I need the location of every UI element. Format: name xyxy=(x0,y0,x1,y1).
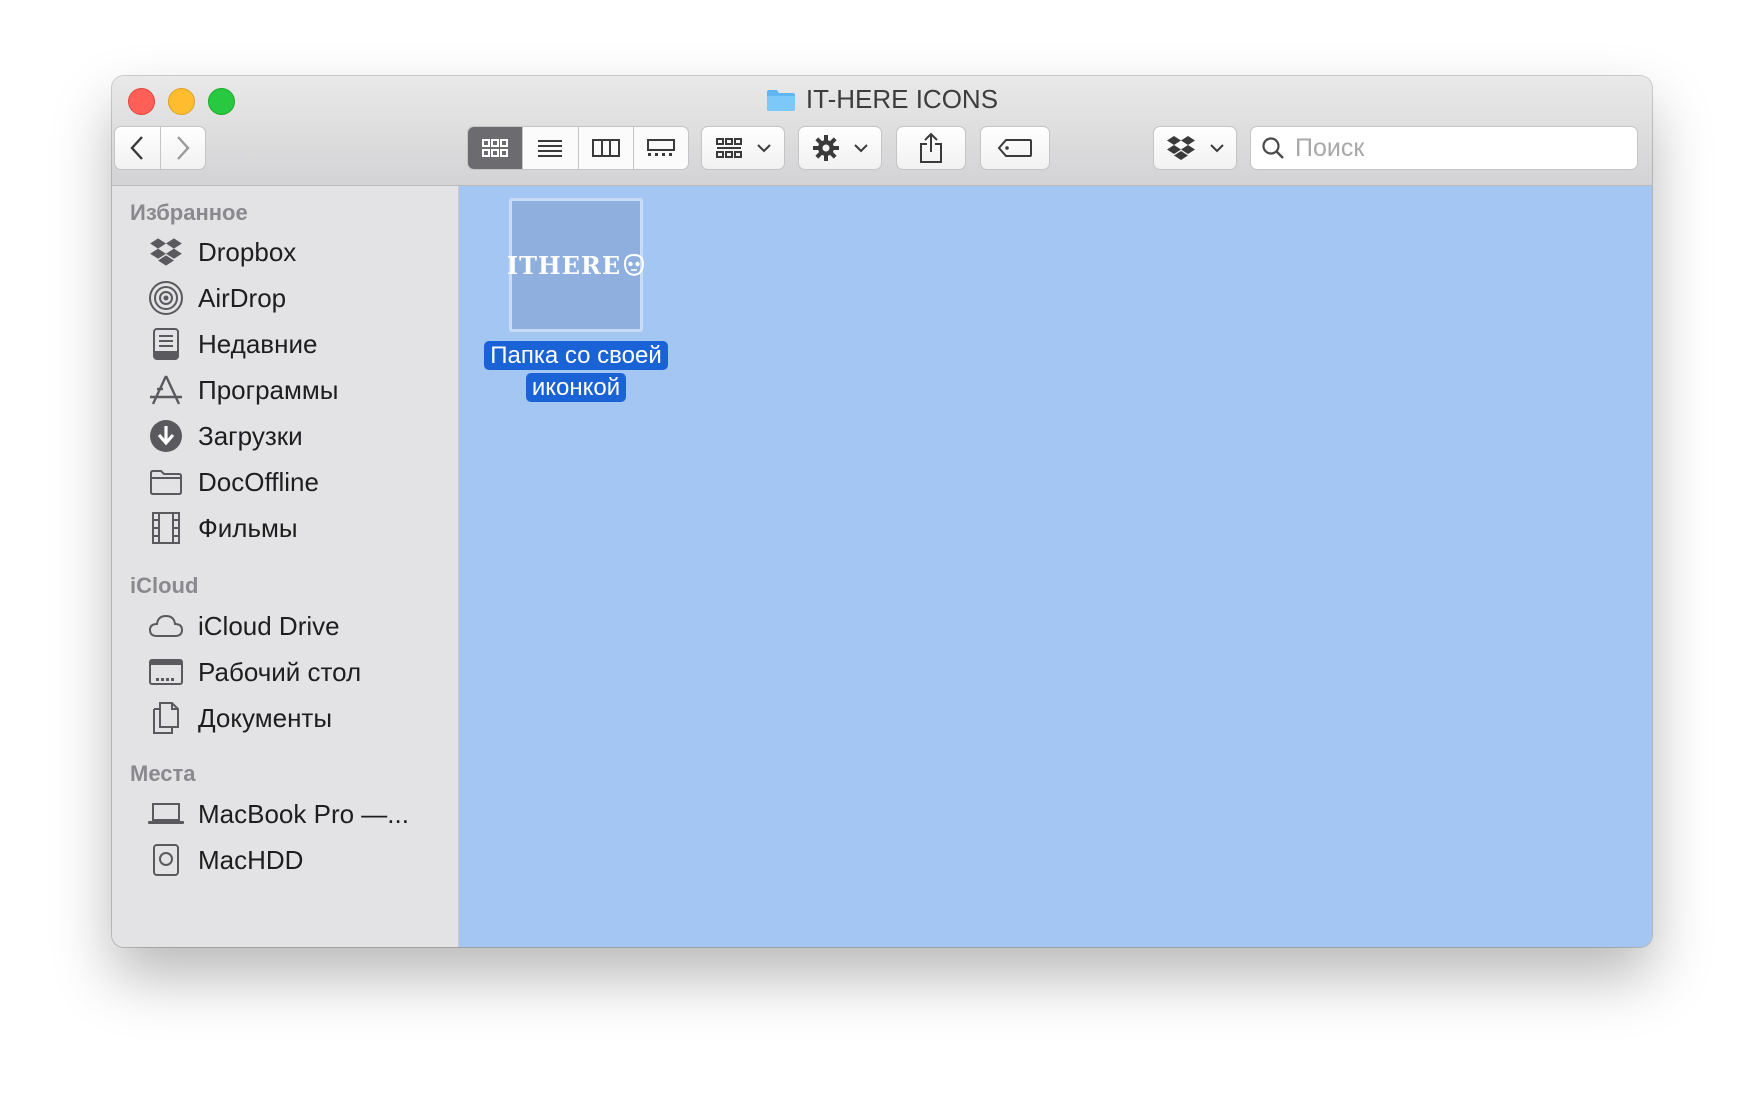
search-field[interactable] xyxy=(1250,126,1638,170)
chevron-right-icon xyxy=(176,136,190,160)
icon-view-icon xyxy=(482,139,509,157)
dropbox-icon xyxy=(1167,136,1195,160)
chevron-down-icon xyxy=(854,144,868,153)
gallery-view-icon xyxy=(646,139,675,156)
tags-button[interactable] xyxy=(980,126,1050,170)
sidebar-item-icloud-drive[interactable]: iCloud Drive xyxy=(146,604,340,648)
custom-folder-icon[interactable]: ITHERE xyxy=(507,198,645,332)
share-icon xyxy=(920,132,942,163)
disk-icon xyxy=(146,840,186,880)
sidebar-item-applications[interactable]: Программы xyxy=(146,368,338,412)
folder-icon xyxy=(146,462,186,502)
icon-view-button[interactable] xyxy=(468,127,524,169)
sidebar-item-label: iCloud Drive xyxy=(198,610,340,641)
sidebar-section-icloud: iCloud xyxy=(130,573,199,598)
sidebar-item-documents[interactable]: Документы xyxy=(146,696,332,740)
sidebar-item-label: DocOffline xyxy=(198,466,319,497)
sidebar-section-favorites: Избранное xyxy=(130,200,248,225)
window-title-text: IT-HERE ICONS xyxy=(805,84,999,114)
list-view-button[interactable] xyxy=(523,127,579,169)
window-title: IT-HERE ICONS xyxy=(112,84,1652,115)
dropbox-button[interactable] xyxy=(1153,126,1237,170)
sidebar-item-airdrop[interactable]: AirDrop xyxy=(146,276,286,320)
back-button[interactable] xyxy=(115,127,161,169)
dropbox-icon xyxy=(146,232,186,272)
forward-button[interactable] xyxy=(161,127,206,169)
airdrop-icon xyxy=(146,278,186,318)
nav-buttons xyxy=(114,126,206,170)
chevron-left-icon xyxy=(130,136,144,160)
sidebar-item-machdd[interactable]: MacHDD xyxy=(146,838,303,882)
sidebar-item-label: MacHDD xyxy=(198,844,304,875)
folder-name-label[interactable]: Папка со своей иконкой xyxy=(479,340,673,404)
group-by-button[interactable] xyxy=(701,126,785,170)
folder-name-line2: иконкой xyxy=(525,373,627,402)
chevron-down-icon xyxy=(1210,144,1224,153)
sidebar-item-label: Фильмы xyxy=(198,512,298,543)
content-area[interactable]: ITHERE Папка со своей иконкой xyxy=(459,186,1652,947)
sidebar-item-macbook[interactable]: MacBook Pro —... xyxy=(146,792,409,836)
folder-name-line1: Папка со своей xyxy=(484,341,668,370)
sidebar-item-label: Dropbox xyxy=(198,236,297,267)
gallery-view-button[interactable] xyxy=(634,127,688,169)
sidebar-item-movies[interactable]: Фильмы xyxy=(146,506,298,550)
sidebar-item-label: Недавние xyxy=(198,328,318,359)
sidebar: Избранное Dropbox AirDrop Недавние Прогр… xyxy=(112,186,459,947)
share-button[interactable] xyxy=(896,126,966,170)
column-view-button[interactable] xyxy=(579,127,634,169)
sidebar-item-dropbox[interactable]: Dropbox xyxy=(146,230,296,274)
documents-icon xyxy=(146,698,186,738)
toolbar: IT-HERE ICONS xyxy=(112,76,1652,186)
search-icon xyxy=(1262,137,1284,159)
downloads-icon xyxy=(146,416,186,456)
tag-icon xyxy=(997,139,1032,157)
sidebar-item-docoffline[interactable]: DocOffline xyxy=(146,460,319,504)
list-view-icon xyxy=(538,140,563,157)
sidebar-item-label: Программы xyxy=(198,374,339,405)
sidebar-item-label: AirDrop xyxy=(198,282,287,313)
chevron-down-icon xyxy=(757,144,771,153)
laptop-icon xyxy=(146,794,186,834)
column-view-icon xyxy=(591,139,620,157)
sidebar-item-label: Рабочий стол xyxy=(198,656,362,687)
ithere-logo-text: ITHERE xyxy=(506,250,622,280)
view-mode-control xyxy=(467,126,689,170)
sidebar-item-label: MacBook Pro —... xyxy=(198,798,409,829)
finder-window: IT-HERE ICONS Поиск Избранное Dropbox Ai… xyxy=(112,76,1652,947)
sidebar-item-label: Документы xyxy=(198,702,333,733)
action-button[interactable] xyxy=(798,126,882,170)
cloud-icon xyxy=(146,606,186,646)
gear-icon xyxy=(813,135,839,161)
desktop-icon xyxy=(146,652,186,692)
group-icon xyxy=(716,138,742,158)
folder-icon xyxy=(766,89,795,111)
sidebar-section-places: Места xyxy=(130,761,196,786)
robot-head-icon xyxy=(624,253,645,277)
sidebar-item-label: Загрузки xyxy=(198,420,303,451)
sidebar-item-desktop[interactable]: Рабочий стол xyxy=(146,650,361,694)
recents-icon xyxy=(146,324,186,364)
sidebar-item-recents[interactable]: Недавние xyxy=(146,322,317,366)
applications-icon xyxy=(146,370,186,410)
ithere-logo: ITHERE xyxy=(507,251,645,280)
search-input[interactable] xyxy=(1293,132,1617,164)
movies-icon xyxy=(146,508,186,548)
sidebar-item-downloads[interactable]: Загрузки xyxy=(146,414,303,458)
